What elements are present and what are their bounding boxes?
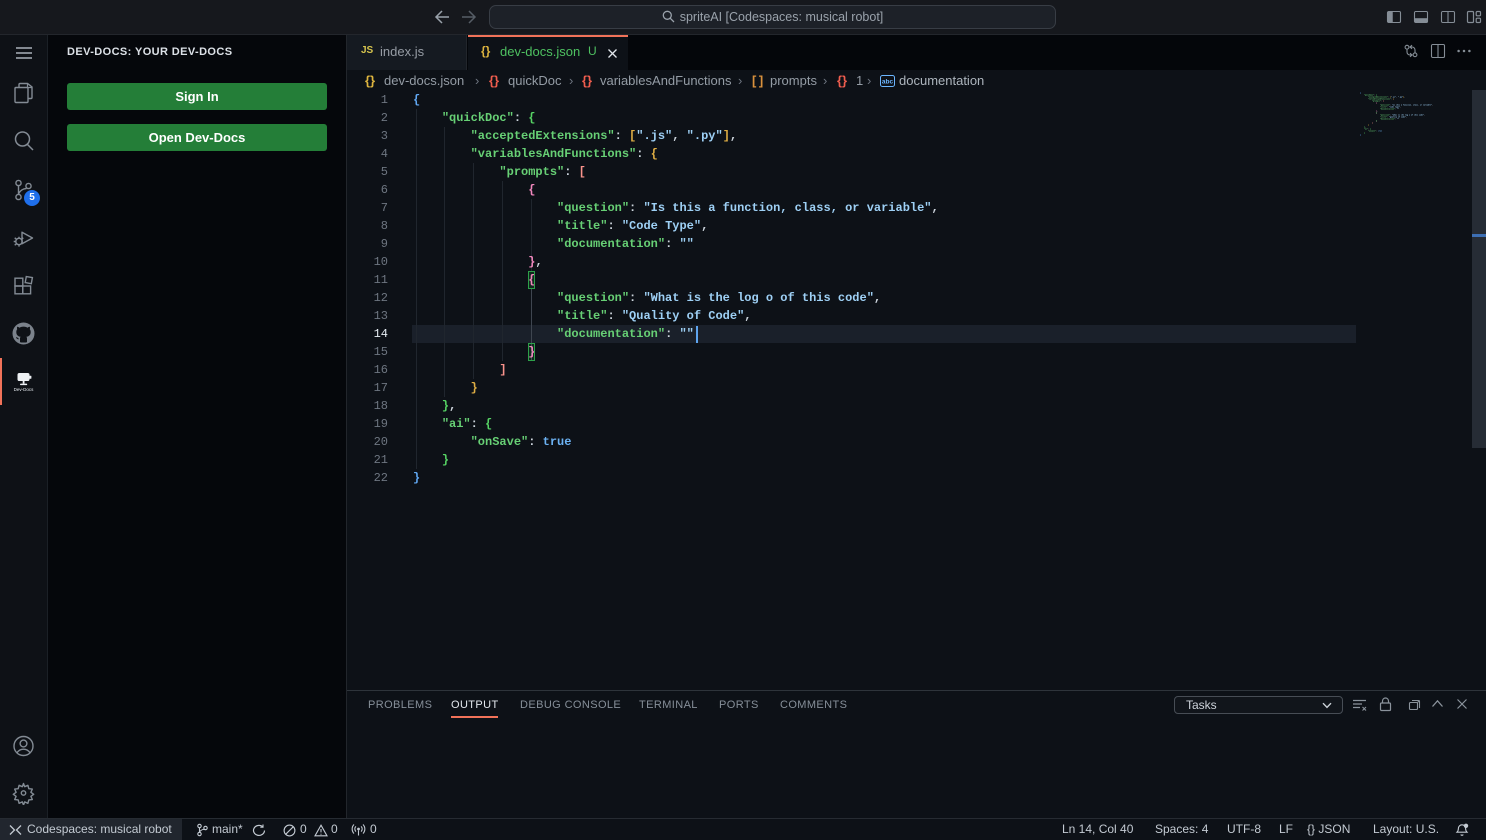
- svg-text:abc: abc: [882, 78, 894, 85]
